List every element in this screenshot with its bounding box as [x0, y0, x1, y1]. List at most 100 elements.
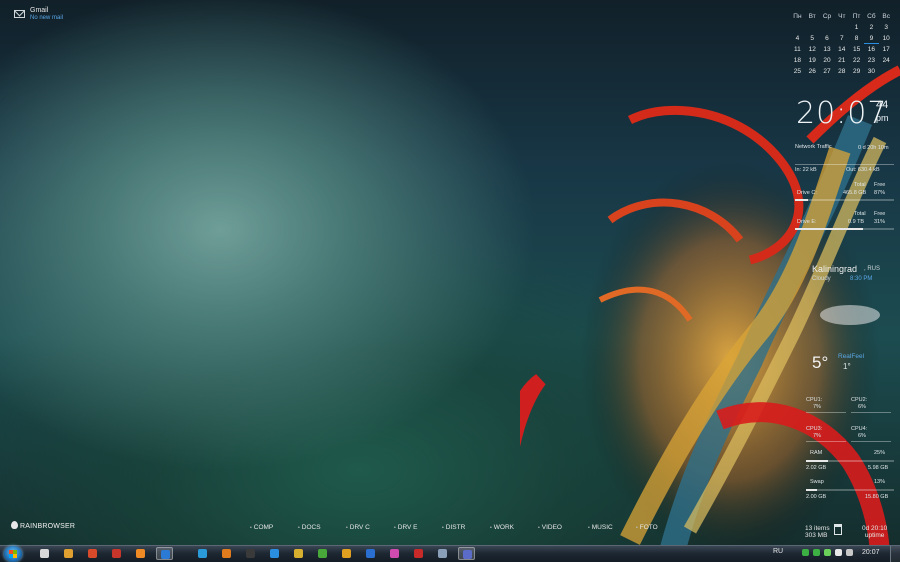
calendar-day: 3	[884, 24, 888, 31]
taskbar-app-icon[interactable]	[36, 547, 53, 560]
calendar-day: 27	[823, 68, 831, 75]
drive-e-total: 0.9 TB	[848, 219, 865, 225]
calendar-day: 24	[882, 57, 890, 64]
recycle-bin-icon[interactable]	[834, 524, 842, 535]
weather-country: , RUS	[864, 266, 881, 272]
drive-c-bar	[795, 199, 894, 201]
language-indicator[interactable]: RU	[773, 548, 783, 555]
drive-e-total-label: Total	[854, 211, 866, 217]
drive-c-free: 87%	[874, 190, 886, 196]
windows-logo-icon	[9, 550, 17, 558]
tray-icon[interactable]	[846, 549, 853, 556]
calendar-weekday: Вт	[808, 13, 816, 20]
calendar-weekday: Чт	[838, 13, 846, 20]
calendar-widget: Пн Вт Ср Чт Пт Сб Вс 1 2 3 4 5 6 7 8 9 10 11 12 13 14 15 16 17…	[790, 11, 894, 77]
rainbrowser-logo[interactable]: RAINBROWSER	[11, 521, 75, 530]
tray-icon[interactable]	[835, 549, 842, 556]
calendar-day: 14	[838, 46, 846, 53]
drive-c-total-label: Total	[854, 182, 866, 188]
weather-time: 8:30 PM	[850, 276, 873, 282]
show-desktop-button[interactable]	[890, 546, 900, 562]
taskbar-app-icon[interactable]	[338, 547, 355, 560]
taskbar-app-icon[interactable]	[194, 547, 211, 560]
mail-icon	[14, 10, 25, 18]
calendar-day: 5	[810, 35, 814, 42]
uptime-label: uptime	[864, 532, 885, 539]
drive-c-label: Drive C:	[797, 190, 817, 196]
recycle-bin-info: 13 items 303 MB	[805, 525, 830, 539]
ram-value: 25%	[874, 450, 886, 456]
ram-label: RAM	[810, 450, 823, 456]
calendar-day: 25	[793, 68, 802, 75]
cpu1-graph	[806, 404, 846, 413]
tray-icon[interactable]	[813, 549, 820, 556]
swap-used: 2.00 GB	[806, 494, 827, 500]
swap-label: Swap	[810, 479, 824, 485]
tray-icon[interactable]	[802, 549, 809, 556]
calendar-day	[820, 22, 835, 33]
launcher-music[interactable]: MUSIC	[588, 524, 613, 531]
drive-e-bar	[795, 228, 894, 230]
launcher-video[interactable]: VIDEO	[538, 524, 562, 531]
calendar-day: 17	[882, 46, 890, 53]
calendar-week: 1 2 3	[790, 22, 894, 33]
taskbar-app-icon[interactable]	[434, 547, 451, 560]
calendar-day: 23	[867, 57, 875, 64]
network-in: In: 22 kB	[795, 167, 817, 173]
calendar-day: 13	[823, 46, 831, 53]
calendar-days: 1 2 3 4 5 6 7 8 9 10 11 12 13 14 15 16 17 18 19 20 21 22 23 24 2…	[790, 22, 894, 77]
calendar-week: 11 12 13 14 15 16 17	[790, 44, 894, 55]
start-button[interactable]	[4, 546, 22, 562]
recycle-bin-items: 13 items	[805, 525, 830, 532]
taskbar-app-icon[interactable]	[314, 547, 331, 560]
taskbar-app-icon[interactable]	[84, 547, 101, 560]
taskbar-app-icon[interactable]	[362, 547, 379, 560]
clock-seconds: 44	[876, 99, 889, 111]
drive-e-label: Drive E:	[797, 219, 817, 225]
calendar-day	[879, 66, 894, 77]
calendar-day: 16	[867, 46, 875, 53]
taskbar-app-icon[interactable]	[290, 547, 307, 560]
cpu2-graph	[851, 404, 891, 413]
network-graph	[795, 156, 894, 165]
taskbar-app-icon[interactable]	[458, 547, 475, 560]
ram-used: 2.02 GB	[806, 465, 827, 471]
launcher-drv-e[interactable]: DRV E	[394, 524, 418, 531]
cpu4-label: CPU4:	[851, 426, 868, 432]
swap-total: 15.80 GB	[865, 494, 889, 500]
calendar-day: 26	[808, 68, 816, 75]
uptime-value: 0d 20:10	[862, 525, 888, 532]
gmail-status: No new mail	[30, 15, 64, 21]
calendar-day: 22	[852, 57, 861, 64]
calendar-day: 19	[808, 57, 816, 64]
taskbar-app-icon[interactable]	[218, 547, 235, 560]
launcher-work[interactable]: WORK	[490, 524, 514, 531]
calendar-week: 4 5 6 7 8 9 10	[790, 33, 894, 44]
temperature: 5°	[812, 353, 829, 372]
launcher-comp[interactable]: COMP	[250, 524, 274, 531]
network-uptime: 0 d 20h 10m	[858, 145, 889, 151]
taskbar-app-icon[interactable]	[156, 547, 173, 560]
launcher-drv-c[interactable]: DRV C	[346, 524, 370, 531]
taskbar-app-icon[interactable]	[266, 547, 283, 560]
calendar-day: 29	[852, 68, 861, 75]
launcher-docs[interactable]: DOCS	[298, 524, 321, 531]
tray-icon[interactable]	[824, 549, 831, 556]
taskbar-app-icon[interactable]	[386, 547, 403, 560]
launcher-distr[interactable]: DISTR	[442, 524, 466, 531]
cpu2-label: CPU2:	[851, 397, 868, 403]
realfeel-label: RealFeel	[838, 353, 865, 360]
calendar-day	[834, 22, 849, 33]
clock-widget: 20:07 44 pm	[796, 96, 889, 131]
taskbar-clock[interactable]: 20:07	[862, 549, 880, 556]
calendar-week: 25 26 27 28 29 30	[790, 66, 894, 77]
taskbar-app-icon[interactable]	[410, 547, 427, 560]
rainbrowser-label: RAINBROWSER	[20, 523, 76, 530]
taskbar-app-icon[interactable]	[132, 547, 149, 560]
taskbar-app-icon[interactable]	[108, 547, 125, 560]
weather-city: Kaliningrad	[812, 264, 858, 274]
ram-bar	[806, 460, 894, 462]
taskbar-app-icon[interactable]	[60, 547, 77, 560]
launcher-foto[interactable]: FOTO	[636, 524, 658, 531]
taskbar-app-icon[interactable]	[242, 547, 259, 560]
